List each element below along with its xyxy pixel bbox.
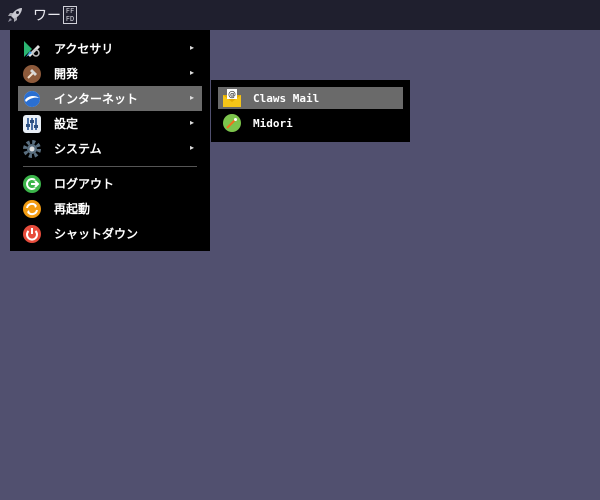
menu-item-accessories[interactable]: アクセサリ ▸ xyxy=(18,36,202,61)
submenu-arrow-icon: ▸ xyxy=(189,93,194,102)
menu-item-label: アクセサリ xyxy=(54,42,114,56)
menu-item-reboot[interactable]: 再起動 xyxy=(18,196,202,221)
menu-item-system[interactable]: システム ▸ xyxy=(18,136,202,161)
menu-item-internet[interactable]: インターネット ▸ xyxy=(18,86,202,111)
development-icon xyxy=(22,64,42,84)
submenu-arrow-icon: ▸ xyxy=(189,118,194,127)
menu-item-shutdown[interactable]: シャットダウン xyxy=(18,221,202,246)
submenu-item-label: Midori xyxy=(253,116,293,130)
menu-separator xyxy=(23,166,197,167)
submenu-item-claws-mail[interactable]: @ Claws Mail xyxy=(218,87,403,109)
submenu-arrow-icon: ▸ xyxy=(189,68,194,77)
reboot-icon xyxy=(22,199,42,219)
menu-item-label: 再起動 xyxy=(54,202,91,216)
browser-icon xyxy=(222,113,242,133)
submenu-item-midori[interactable]: Midori xyxy=(218,112,403,134)
internet-submenu: @ Claws Mail Midori xyxy=(211,80,410,142)
submenu-arrow-icon: ▸ xyxy=(189,143,194,152)
workspace-glyph-box: FFFD xyxy=(63,6,77,24)
menu-item-label: ログアウト xyxy=(54,177,115,191)
submenu-arrow-icon: ▸ xyxy=(189,43,194,52)
menu-item-development[interactable]: 開発 ▸ xyxy=(18,61,202,86)
taskbar: ワー FFFD xyxy=(0,0,600,30)
menu-item-label: 設定 xyxy=(54,117,79,131)
rocket-icon[interactable] xyxy=(5,5,25,25)
menu-item-label: インターネット xyxy=(54,92,139,106)
logout-icon xyxy=(22,174,42,194)
workspace-label[interactable]: ワー xyxy=(33,5,61,25)
submenu-item-label: Claws Mail xyxy=(253,91,320,105)
settings-icon xyxy=(22,114,42,134)
internet-icon xyxy=(22,89,42,109)
menu-item-logout[interactable]: ログアウト xyxy=(18,171,202,196)
accessories-icon xyxy=(22,39,42,59)
svg-text:@: @ xyxy=(228,90,236,99)
menu-item-settings[interactable]: 設定 ▸ xyxy=(18,111,202,136)
system-icon xyxy=(22,139,42,159)
application-menu: アクセサリ ▸ 開発 ▸ インターネット ▸ 設定 ▸ システム ▸ ログアウト… xyxy=(10,30,210,251)
menu-item-label: 開発 xyxy=(54,67,79,81)
shutdown-icon xyxy=(22,224,42,244)
mail-icon: @ xyxy=(222,88,242,108)
menu-item-label: シャットダウン xyxy=(54,227,139,241)
menu-item-label: システム xyxy=(54,142,102,156)
